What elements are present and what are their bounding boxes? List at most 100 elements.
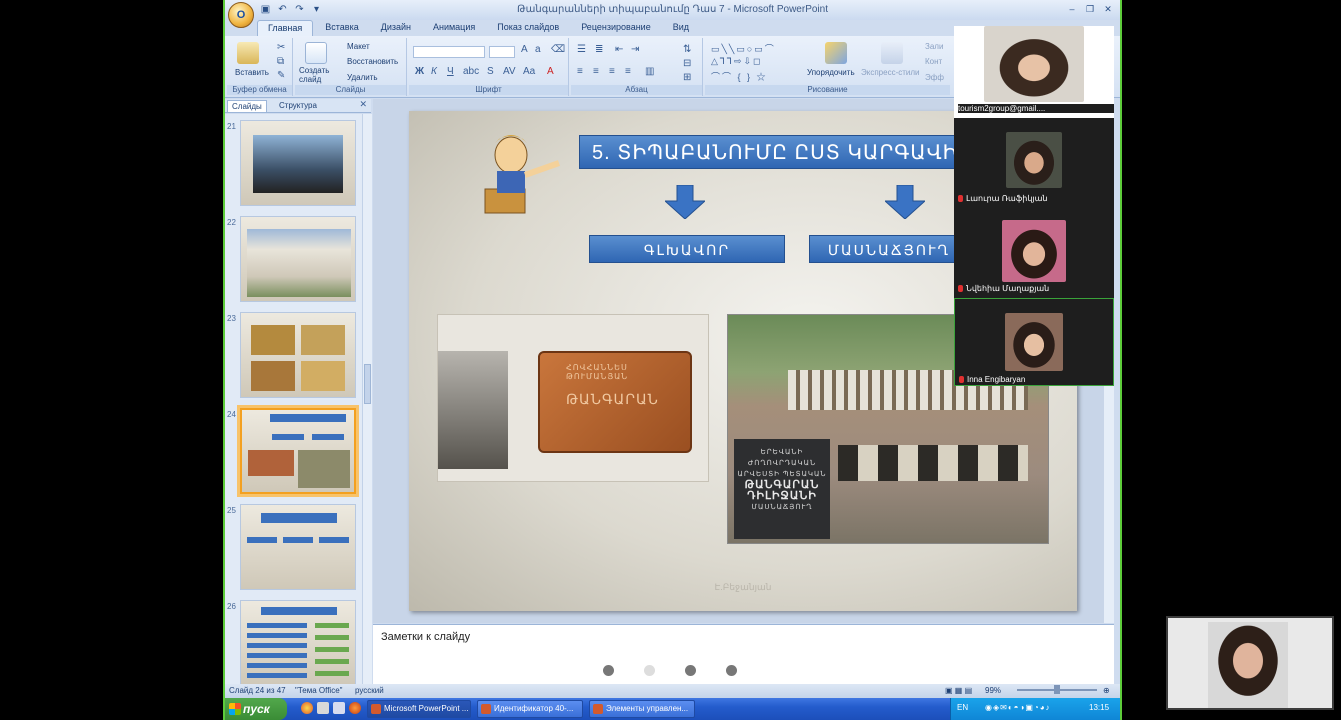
- slide-thumbnail-24[interactable]: [240, 408, 356, 494]
- clipboard-label: Буфер обмена: [227, 85, 292, 95]
- align-left-icon[interactable]: ≡: [577, 66, 583, 77]
- font-color-icon[interactable]: A: [547, 66, 554, 77]
- windows-detail: [838, 445, 1028, 481]
- paste-button[interactable]: Вставить: [235, 68, 269, 77]
- grow-font-icon[interactable]: A: [521, 44, 528, 55]
- font-size-input[interactable]: [489, 46, 515, 58]
- quick-styles-icon[interactable]: [881, 42, 903, 64]
- slide-thumbnail-21[interactable]: [240, 120, 356, 206]
- firefox-icon[interactable]: [349, 702, 361, 714]
- main-museum-box[interactable]: ԳԼԽԱՎՈՐ: [589, 235, 785, 263]
- justify-icon[interactable]: ≡: [625, 66, 631, 77]
- scrollbar-thumb[interactable]: [364, 364, 371, 404]
- shape-fill-button[interactable]: Зали: [925, 42, 943, 51]
- tab-review[interactable]: Рецензирование: [571, 20, 661, 36]
- page-dot[interactable]: [726, 665, 737, 676]
- strikethrough-icon[interactable]: abc: [463, 66, 479, 77]
- copy-icon[interactable]: ⧉: [277, 56, 284, 67]
- shadow-icon[interactable]: S: [487, 66, 494, 77]
- explorer-icon[interactable]: [333, 702, 345, 714]
- participant-tile[interactable]: tourism2group@gmail....: [954, 26, 1114, 118]
- numbering-icon[interactable]: ≣: [595, 44, 603, 55]
- page-dot[interactable]: [685, 665, 696, 676]
- bullets-icon[interactable]: ☰: [577, 44, 586, 55]
- thumb-box: [283, 537, 313, 543]
- view-buttons[interactable]: ▣ ▦ ▤: [945, 686, 972, 695]
- tab-home[interactable]: Главная: [257, 20, 314, 36]
- quick-styles-button[interactable]: Экспресс-стили: [861, 68, 920, 77]
- pane-close-icon[interactable]: ✕: [359, 99, 367, 110]
- align-center-icon[interactable]: ≡: [593, 66, 599, 77]
- tab-outline-pane[interactable]: Структура: [275, 100, 321, 111]
- taskbar-powerpoint[interactable]: Microsoft PowerPoint ...: [367, 700, 471, 718]
- tab-slides-pane[interactable]: Слайды: [227, 100, 267, 112]
- slide-title[interactable]: 5. ՏԻՊԱԲԱՆՈՒՄԸ ԸՍՏ ԿԱՐԳԱՎԻՃԱԿԻ: [579, 135, 999, 169]
- tab-design[interactable]: Дизайн: [371, 20, 421, 36]
- fit-slide-icon[interactable]: ⊕: [1103, 686, 1110, 695]
- office-button[interactable]: O: [228, 2, 254, 28]
- delete-slide-button[interactable]: Удалить: [347, 73, 378, 82]
- shrink-font-icon[interactable]: a: [535, 44, 541, 55]
- align-right-icon[interactable]: ≡: [609, 66, 615, 77]
- taskbar-id-window[interactable]: Идентификатор 40-...: [477, 700, 583, 718]
- participant-tile[interactable]: Լաուրա Ռաֆիկյան: [954, 120, 1114, 210]
- slide-thumbnail-22[interactable]: [240, 216, 356, 302]
- zoom-level[interactable]: 99%: [985, 686, 1001, 695]
- tab-animation[interactable]: Анимация: [423, 20, 485, 36]
- columns-icon[interactable]: ▥: [645, 66, 654, 77]
- clear-format-icon[interactable]: ⌫: [551, 44, 565, 55]
- arrange-button[interactable]: Упорядочить: [807, 68, 855, 77]
- start-button[interactable]: пуск: [225, 698, 287, 720]
- maximize-button[interactable]: ❐: [1082, 2, 1098, 16]
- shape-effects-button[interactable]: Эфф: [925, 73, 944, 82]
- museum-photo-plaque[interactable]: ՀՈՎՀԱՆՆԵՍ ԹՈՒՄԱՆՅԱՆ ԹԱՆԳԱՐԱՆ: [437, 314, 709, 482]
- close-button[interactable]: ✕: [1100, 2, 1116, 16]
- decrease-indent-icon[interactable]: ⇤: [615, 44, 623, 55]
- tab-insert[interactable]: Вставка: [315, 20, 368, 36]
- spacing-icon[interactable]: AV: [503, 66, 516, 77]
- participant-tile[interactable]: Նվեհիա Մաղաքյան: [954, 212, 1114, 296]
- desktop-icon[interactable]: [317, 702, 329, 714]
- slide-thumbnail-26[interactable]: [240, 600, 356, 684]
- tab-view[interactable]: Вид: [663, 20, 699, 36]
- align-text-icon[interactable]: ⊟: [683, 58, 691, 69]
- underline-icon[interactable]: Ч: [447, 66, 454, 77]
- taskbar-controls-window[interactable]: Элементы управлен...: [589, 700, 695, 718]
- layout-button[interactable]: Макет: [347, 42, 370, 51]
- shapes-gallery-icon[interactable]: ▭╲╲▭○▭⌒: [711, 42, 776, 55]
- tray-icons[interactable]: ◉◈✉◐◓◑▣◔◕♪: [985, 703, 1051, 712]
- shapes-row3-icon[interactable]: ⌒⌒ { } ☆: [711, 70, 768, 83]
- page-dot[interactable]: [603, 665, 614, 676]
- increase-indent-icon[interactable]: ⇥: [631, 44, 639, 55]
- new-slide-icon[interactable]: [305, 42, 327, 64]
- smartart-icon[interactable]: ⊞: [683, 72, 691, 83]
- format-painter-icon[interactable]: ✎: [277, 70, 285, 81]
- slide-thumbnail-25[interactable]: [240, 504, 356, 590]
- theme-name: "Тема Office": [295, 686, 343, 695]
- arrange-icon[interactable]: [825, 42, 847, 64]
- italic-icon[interactable]: К: [431, 66, 437, 77]
- minimize-button[interactable]: –: [1064, 2, 1080, 16]
- zoom-slider-thumb[interactable]: [1054, 685, 1060, 694]
- shape-outline-button[interactable]: Конт: [925, 57, 942, 66]
- reset-button[interactable]: Восстановить: [347, 57, 398, 66]
- paste-icon[interactable]: [237, 42, 259, 64]
- page-dot[interactable]: [644, 665, 655, 676]
- participant-tile[interactable]: Inna Engibaryan: [954, 298, 1114, 386]
- zoom-slider[interactable]: [1017, 685, 1097, 694]
- self-video-preview[interactable]: [1166, 616, 1334, 710]
- font-name-input[interactable]: [413, 46, 485, 58]
- language-indicator[interactable]: EN: [957, 703, 968, 712]
- case-icon[interactable]: Aa: [523, 66, 535, 77]
- branch-museum-box[interactable]: ՄԱՍՆԱՃՅՈՒՂ: [809, 235, 969, 263]
- thumbnails-scrollbar[interactable]: [362, 114, 372, 684]
- shapes-row2-icon[interactable]: △⅂⅂⇨⇩◻: [711, 56, 763, 67]
- new-slide-button[interactable]: Создать слайд: [299, 66, 339, 84]
- slide-thumbnail-23[interactable]: [240, 312, 356, 398]
- bold-icon[interactable]: Ж: [415, 66, 424, 77]
- cut-icon[interactable]: ✂: [277, 42, 285, 53]
- tab-slideshow[interactable]: Показ слайдов: [487, 20, 569, 36]
- notes-pane[interactable]: Заметки к слайду: [373, 624, 1114, 684]
- text-direction-icon[interactable]: ⇅: [683, 44, 691, 55]
- chrome-icon[interactable]: [301, 702, 313, 714]
